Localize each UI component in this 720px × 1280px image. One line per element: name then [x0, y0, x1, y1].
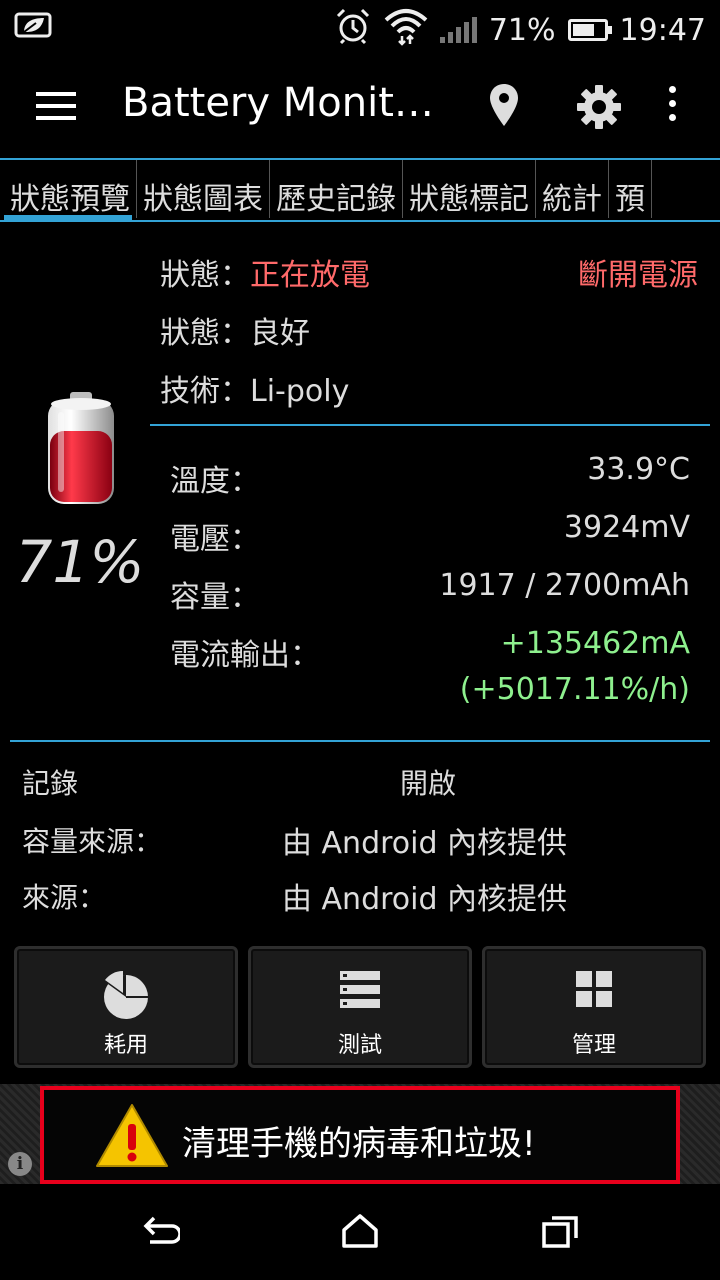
settings-icon[interactable]	[576, 84, 622, 134]
capacity-source-value: 由 Android 內核提供	[282, 826, 568, 861]
recent-apps-icon[interactable]	[540, 1214, 580, 1254]
location-icon[interactable]	[488, 82, 520, 132]
grid-icon	[574, 969, 614, 1013]
status-label: 狀態：	[160, 258, 250, 293]
capacity-value: 1917 / 2700mAh	[439, 568, 690, 603]
capacity-label: 容量：	[170, 580, 260, 615]
voltage-value: 3924mV	[563, 510, 690, 545]
divider	[150, 424, 710, 426]
ad-text: 清理手機的病毒和垃圾!	[182, 1124, 536, 1164]
health-value: 良好	[250, 316, 310, 351]
home-icon[interactable]	[340, 1212, 380, 1254]
status-row: 狀態：正在放電	[160, 250, 370, 294]
pie-chart-icon	[96, 969, 156, 1025]
capacity-source-label: 容量來源：	[22, 825, 163, 858]
divider	[10, 740, 710, 742]
list-icon	[338, 969, 382, 1015]
technology-value: Li-poly	[250, 374, 350, 409]
current-value: +135462mA	[500, 626, 690, 661]
navigation-bar	[0, 1184, 720, 1280]
manage-button[interactable]: 管理	[482, 946, 706, 1068]
tab-stats[interactable]: 統計	[536, 160, 609, 218]
battery-icon	[567, 19, 612, 41]
clock: 19:47	[619, 12, 706, 48]
app-bar: Battery Monit…	[0, 52, 720, 160]
voltage-label: 電壓：	[170, 522, 260, 557]
technology-label: 技術：	[160, 374, 250, 409]
log-value: 開啟	[400, 767, 457, 800]
source-label: 來源：	[22, 881, 107, 914]
app-title: Battery Monit…	[122, 80, 434, 126]
battery-graphic	[44, 390, 118, 514]
usage-button[interactable]: 耗用	[14, 946, 238, 1068]
manage-button-label: 管理	[571, 1033, 616, 1058]
log-label: 記錄	[22, 767, 79, 800]
battery-saver-icon	[14, 10, 54, 44]
back-icon[interactable]	[140, 1214, 182, 1254]
warning-icon	[94, 1102, 170, 1174]
more-icon[interactable]	[664, 86, 680, 128]
battery-percent: 71%	[15, 528, 145, 596]
tab-overview[interactable]: 狀態預覽	[0, 160, 137, 220]
alarm-icon	[334, 7, 372, 53]
menu-icon[interactable]	[36, 92, 76, 120]
usage-button-label: 耗用	[103, 1033, 148, 1058]
status-value: 正在放電	[250, 258, 370, 293]
current-rate: (+5017.11%/h)	[459, 672, 690, 707]
health-label: 狀態：	[160, 316, 250, 351]
status-bar: 71% 19:47	[0, 0, 720, 52]
ad-banner[interactable]: 清理手機的病毒和垃圾!	[40, 1086, 680, 1184]
technology-row: 技術：Li-poly	[160, 366, 349, 410]
ad-info-icon[interactable]: i	[8, 1152, 32, 1176]
tab-markers[interactable]: 狀態標記	[403, 160, 536, 218]
tab-bar: 狀態預覽 狀態圖表 歷史記錄 狀態標記 統計 預	[0, 158, 720, 222]
status-battery-percent: 71%	[488, 12, 556, 48]
temperature-label: 溫度：	[170, 464, 260, 499]
signal-icon	[439, 17, 477, 43]
tab-next[interactable]: 預	[609, 160, 652, 218]
wifi-icon	[384, 6, 428, 54]
source-value: 由 Android 內核提供	[282, 882, 568, 917]
current-label: 電流輸出：	[170, 638, 320, 673]
temperature-value: 33.9°C	[587, 452, 690, 487]
test-button[interactable]: 測試	[248, 946, 472, 1068]
test-button-label: 測試	[337, 1033, 382, 1058]
power-source: 斷開電源	[578, 258, 698, 293]
tab-chart[interactable]: 狀態圖表	[137, 160, 270, 218]
tab-history[interactable]: 歷史記錄	[270, 160, 403, 218]
health-row: 狀態：良好	[160, 308, 310, 352]
